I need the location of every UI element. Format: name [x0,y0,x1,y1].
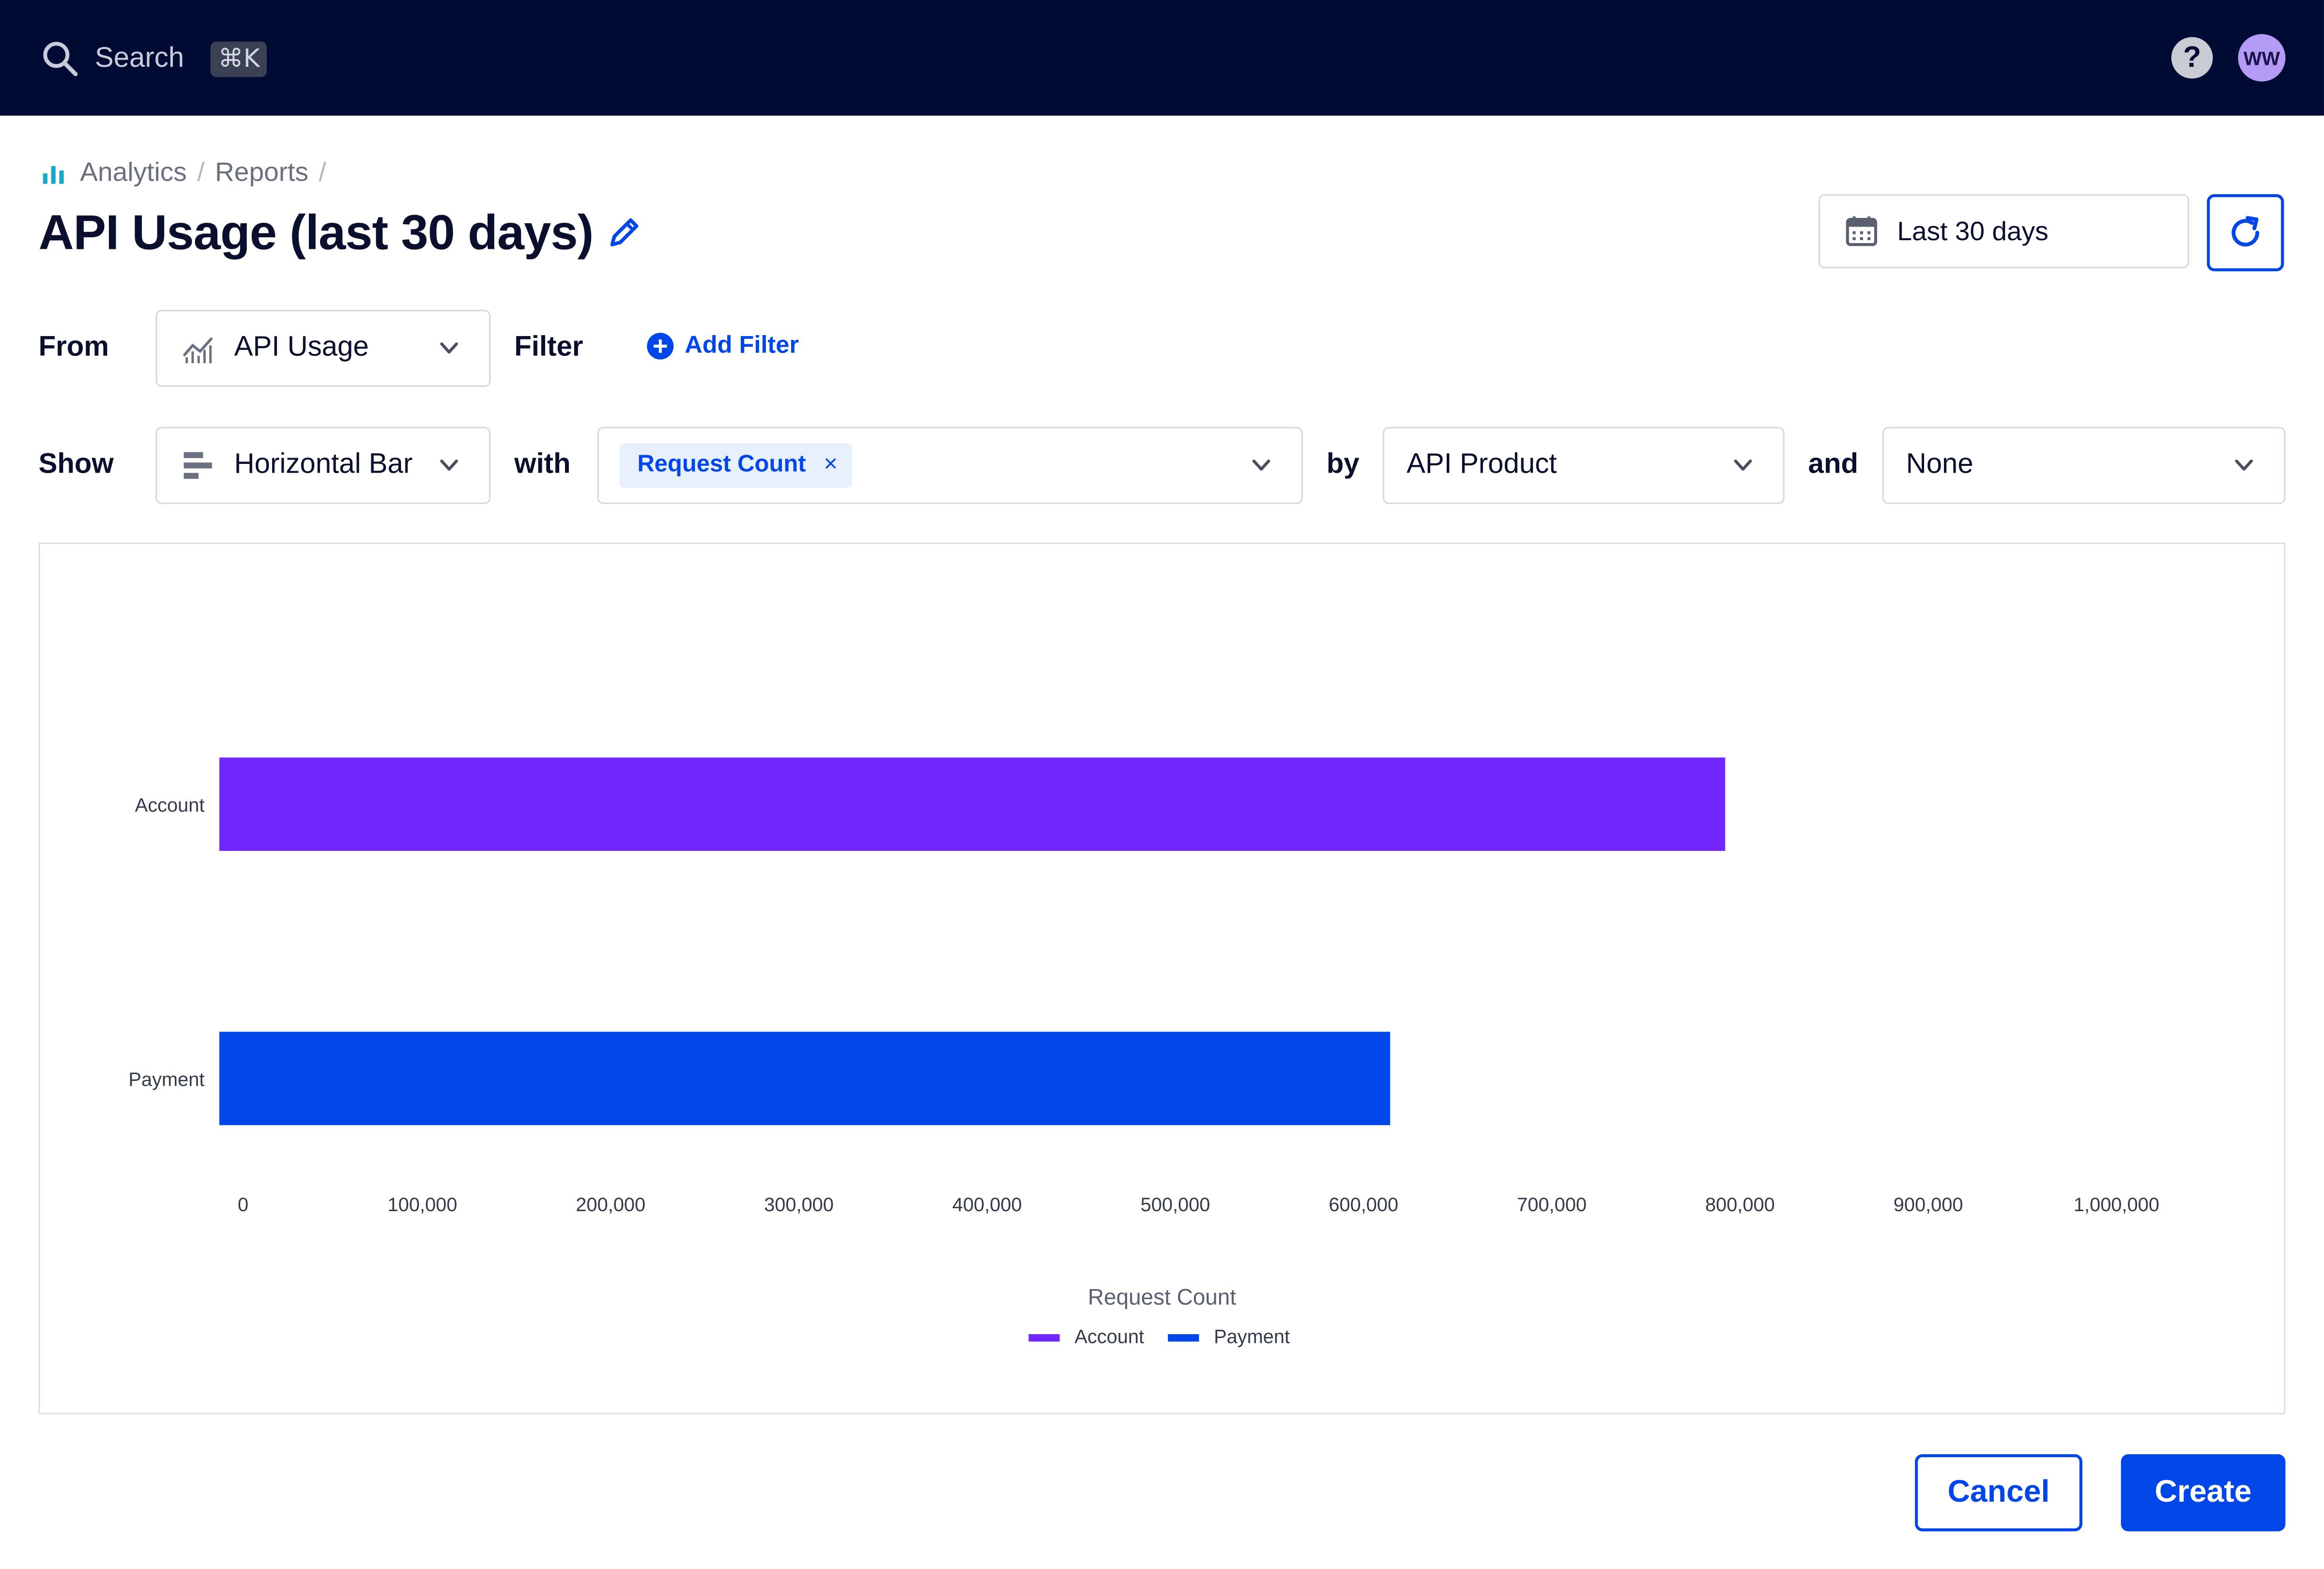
chart-type-select[interactable]: Horizontal Bar [155,427,491,504]
x-tick-label: 700,000 [1517,1194,1587,1215]
bar-account [219,757,1726,851]
search-label: Search [94,43,184,75]
line-chart-icon [183,337,213,363]
metric-chip-label: Request Count [637,452,806,477]
metric-select[interactable]: Request Count × [597,427,1303,504]
secondary-group-select[interactable]: None [1882,427,2286,504]
by-label: by [1326,449,1360,480]
user-avatar[interactable]: WW [2238,34,2286,82]
analytics-icon [43,165,64,184]
refresh-button[interactable] [2207,194,2284,272]
plus-circle-icon [647,333,674,360]
legend-swatch [1028,1334,1060,1342]
with-label: with [514,449,571,480]
help-icon[interactable]: ? [2171,37,2213,79]
filter-label: Filter [514,332,583,363]
breadcrumb-analytics[interactable]: Analytics [80,157,187,188]
x-tick-label: 800,000 [1705,1194,1775,1215]
search-trigger[interactable]: Search ⌘K [42,35,268,83]
add-filter-button[interactable]: Add Filter [646,332,799,360]
show-label: Show [38,449,114,480]
chart-type-value: Horizontal Bar [234,449,413,480]
legend-label: Payment [1214,1326,1290,1347]
chevron-down-icon [1252,459,1270,471]
chart-panel: Account Payment 0 100,000 200,000 300,000 400,… [38,542,2286,1415]
pencil-icon[interactable] [605,214,643,252]
group-by-value: API Product [1407,449,1557,480]
calendar-icon [1846,216,1878,246]
x-tick-label: 300,000 [764,1194,834,1215]
from-select[interactable]: API Usage [155,309,491,387]
horizontal-bar-icon [183,452,212,479]
bar-payment [219,1031,1391,1125]
x-tick-label: 400,000 [952,1194,1022,1215]
chevron-down-icon [2235,459,2253,471]
search-icon [43,42,78,77]
cancel-button[interactable]: Cancel [1915,1454,2082,1532]
x-axis-title: Request Count [1088,1284,1236,1309]
breadcrumb: Analytics / Reports / [42,157,336,188]
from-select-value: API Usage [234,332,369,363]
group-by-select[interactable]: API Product [1383,427,1785,504]
page: Search ⌘K ? WW Analytics / Reports / API… [0,0,2324,1569]
y-tick-label: Account [135,795,205,816]
x-tick-label: 600,000 [1329,1194,1398,1215]
search-shortcut-badge: ⌘K [211,41,268,77]
chevron-down-icon [1734,459,1752,471]
breadcrumb-separator: / [319,157,326,187]
from-label: From [38,332,109,363]
legend-label: Account [1074,1326,1144,1347]
breadcrumb-separator: / [197,157,205,187]
breadcrumb-reports[interactable]: Reports [215,157,308,188]
refresh-icon [2232,216,2260,247]
x-tick-label: 500,000 [1141,1194,1210,1215]
chip-close-icon[interactable]: × [824,452,838,479]
legend-swatch [1168,1334,1199,1342]
date-range-label: Last 30 days [1897,215,2049,246]
x-tick-label: 900,000 [1894,1194,1963,1215]
chevron-down-icon [440,342,458,354]
x-tick-label: 0 [238,1194,248,1215]
x-tick-label: 1,000,000 [2074,1194,2159,1215]
top-navigation-bar: Search ⌘K ? WW [0,0,2324,116]
chevron-down-icon [440,459,458,471]
x-tick-label: 100,000 [388,1194,458,1215]
horizontal-bar-chart: Account Payment 0 100,000 200,000 300,000 400,… [128,757,2159,1347]
page-title: API Usage (last 30 days) [38,204,594,260]
and-label: and [1808,449,1859,480]
metric-chip: Request Count × [619,443,853,488]
date-range-picker[interactable]: Last 30 days [1819,194,2189,269]
add-filter-label: Add Filter [685,332,799,359]
y-tick-label: Payment [128,1069,204,1090]
create-button[interactable]: Create [2121,1454,2286,1532]
x-tick-label: 200,000 [576,1194,645,1215]
secondary-group-value: None [1906,449,1973,480]
